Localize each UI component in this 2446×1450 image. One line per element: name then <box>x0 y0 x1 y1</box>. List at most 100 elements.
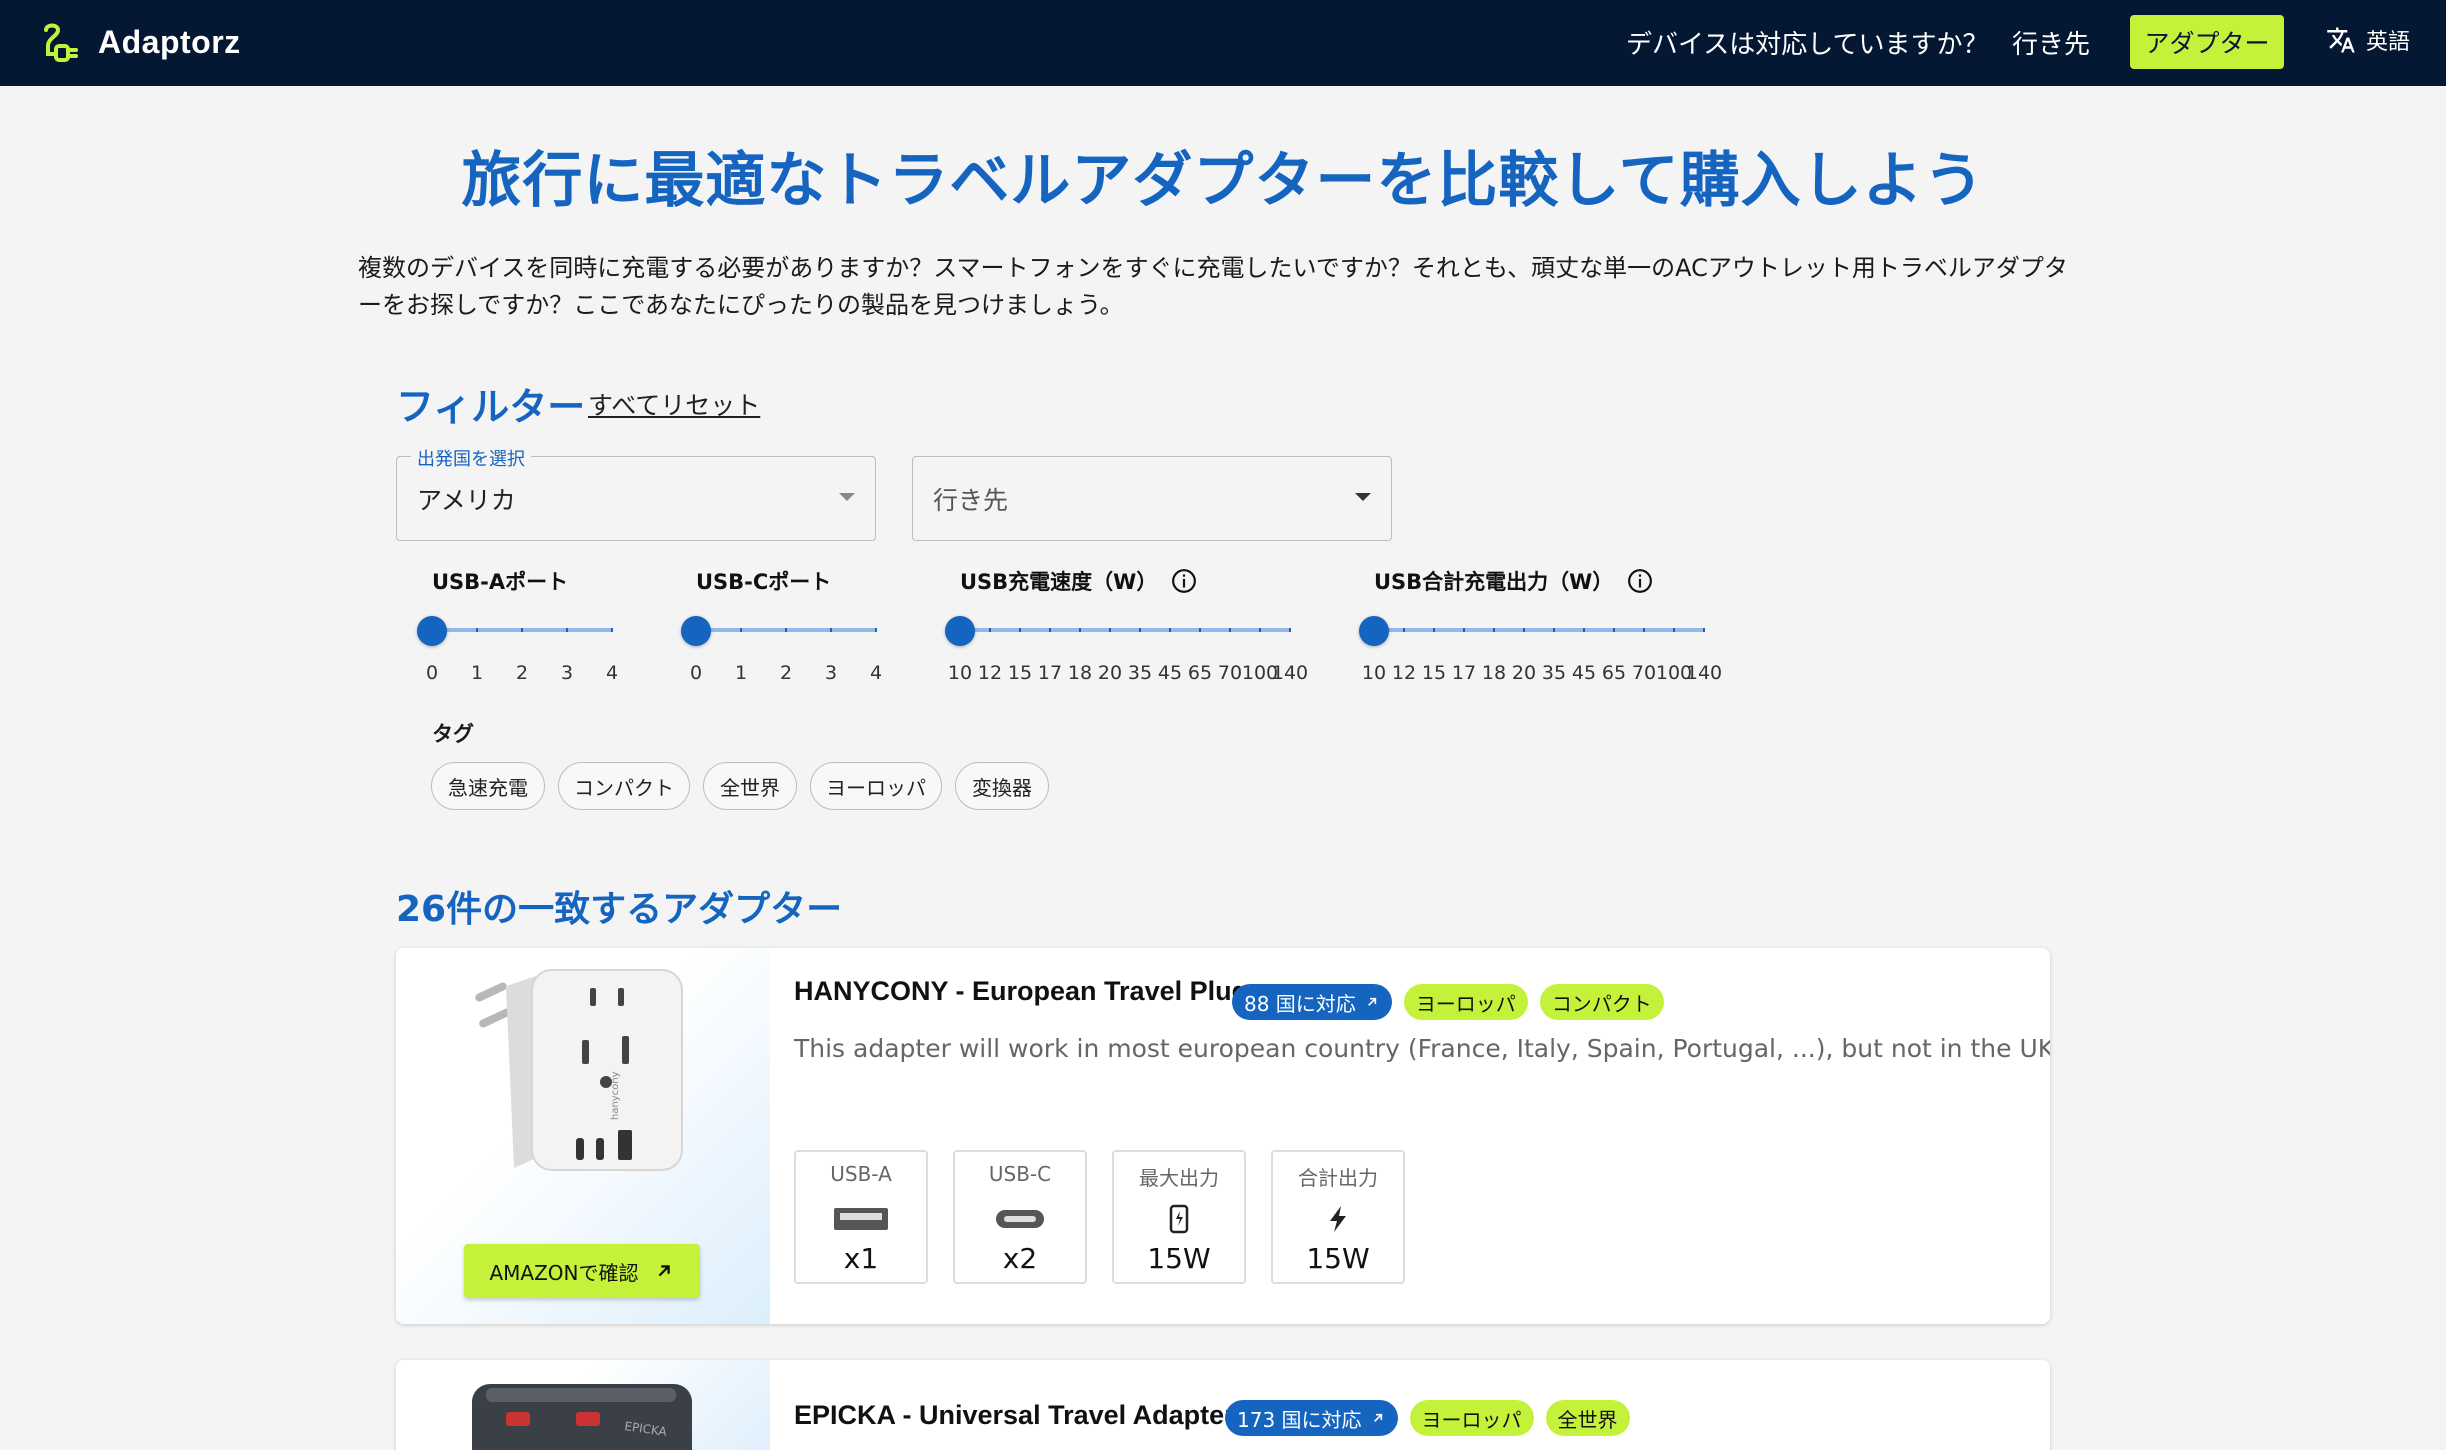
amazon-check-button[interactable]: AMAZONで確認 <box>464 1244 700 1298</box>
slider-step-mark <box>1289 628 1291 632</box>
destination-select[interactable]: 行き先 <box>912 456 1392 541</box>
usb-c-icon <box>996 1210 1044 1228</box>
slider-tick-label: 2 <box>779 662 793 684</box>
slider-tick-label: 45 <box>1571 662 1597 684</box>
language-switcher[interactable]: 英語 <box>2326 24 2410 56</box>
usb-total-label-text: USB合計充電出力（W） <box>1374 570 1614 594</box>
tag-badge: 全世界 <box>1545 1400 1630 1436</box>
external-link-icon <box>1367 997 1376 1006</box>
slider-tick-label: 10 <box>1361 662 1387 684</box>
countries-supported-badge[interactable]: 173 国に対応 <box>1225 1400 1398 1436</box>
spec-label: 最大出力 <box>1139 1166 1219 1190</box>
slider-tick-label: 4 <box>605 662 619 684</box>
reset-all-link[interactable]: すべてリセット <box>588 386 760 422</box>
usb-speed-tick-labels: 10 12 15 17 18 20 35 45 65 70 100 140 <box>948 662 1308 686</box>
slider-step-mark <box>1109 628 1111 632</box>
slider-step-mark <box>521 628 523 632</box>
slider-tick-label: 65 <box>1187 662 1213 684</box>
slider-step-mark <box>785 628 787 632</box>
usb-a-slider-track[interactable] <box>431 628 613 632</box>
usb-total-filter: USB合計充電出力（W） 10 12 15 17 18 20 35 45 65 70 100 140 <box>1359 566 1722 684</box>
page-title: 旅行に最適なトラベルアダプターを比較して購入しよう <box>461 146 1985 216</box>
product-image: hanycony <box>475 969 683 1171</box>
tags-label: タグ <box>432 722 474 746</box>
tag-chip-europe[interactable]: ヨーロッパ <box>810 762 942 810</box>
spec-value: 15W <box>1147 1242 1211 1275</box>
chevron-down-icon <box>1355 493 1371 501</box>
usb-c-label: USB-Cポート <box>696 570 832 594</box>
nav-devices-link[interactable]: デバイスは対応していますか？ <box>1626 24 1988 61</box>
slider-tick-label: 17 <box>1451 662 1477 684</box>
tag-chip-worldwide[interactable]: 全世界 <box>703 762 797 810</box>
nav-destination-link[interactable]: 行き先 <box>2012 24 2090 61</box>
product-name[interactable]: EPICKA - Universal Travel Adapter <box>794 1400 1235 1431</box>
brand-name: Adaptorz <box>98 23 241 60</box>
spec-value: 15W <box>1306 1242 1370 1275</box>
product-card: hanycony AMAZONで確認 HANYCONY - European T… <box>396 948 2050 1324</box>
slider-step-mark <box>1139 628 1141 632</box>
product-description: This adapter will work in most european … <box>794 1034 2050 1063</box>
slider-tick-label: 1 <box>470 662 484 684</box>
usb-speed-slider-track[interactable] <box>959 628 1291 632</box>
slider-tick-label: 35 <box>1127 662 1153 684</box>
product-image: EPICKA <box>472 1384 692 1450</box>
product-badges: 88 国に対応 ヨーロッパ コンパクト <box>1232 984 1664 1020</box>
slider-tick-label: 0 <box>425 662 439 684</box>
usb-speed-slider-thumb[interactable] <box>945 616 975 646</box>
language-label: 英語 <box>2366 30 2411 55</box>
spec-max-output: 最大出力 15W <box>1112 1150 1246 1284</box>
slider-tick-label: 3 <box>824 662 838 684</box>
arrow-up-right-icon <box>658 1265 670 1277</box>
slider-tick-label: 10 <box>947 662 973 684</box>
slider-tick-label: 3 <box>560 662 574 684</box>
slider-tick-label: 20 <box>1097 662 1123 684</box>
bolt-icon <box>1330 1206 1346 1232</box>
info-icon[interactable] <box>1627 568 1653 594</box>
slider-tick-label: 2 <box>515 662 529 684</box>
slider-step-mark <box>1463 628 1465 632</box>
origin-country-select[interactable]: 出発国を選択 アメリカ <box>396 445 876 541</box>
countries-supported-badge[interactable]: 88 国に対応 <box>1232 984 1392 1020</box>
brand-logo[interactable]: Adaptorz <box>40 20 241 64</box>
intro-text: 複数のデバイスを同時に充電する必要がありますか？スマートフォンをすぐに充電したい… <box>358 254 2068 319</box>
usb-a-label: USB-Aポート <box>432 570 569 594</box>
slider-step-mark <box>1079 628 1081 632</box>
filter-heading: フィルター <box>396 385 586 429</box>
slider-step-mark <box>1019 628 1021 632</box>
slider-step-mark <box>566 628 568 632</box>
usb-a-slider-thumb[interactable] <box>417 616 447 646</box>
countries-badge-text: 173 国に対応 <box>1237 1407 1362 1432</box>
translate-icon <box>2327 27 2355 53</box>
slider-tick-label: 12 <box>1391 662 1417 684</box>
slider-step-mark <box>611 628 613 632</box>
tag-chip-converter[interactable]: 変換器 <box>955 762 1049 810</box>
slider-step-mark <box>875 628 877 632</box>
nav-adapter-button[interactable]: アダプター <box>2130 15 2284 69</box>
chevron-down-icon <box>839 493 855 501</box>
slider-step-mark <box>1703 628 1705 632</box>
slider-tick-label: 140 <box>1271 662 1309 684</box>
countries-badge-text: 88 国に対応 <box>1244 991 1356 1016</box>
tag-chip-compact[interactable]: コンパクト <box>558 762 690 810</box>
usb-total-slider-thumb[interactable] <box>1359 616 1389 646</box>
usb-a-tick-labels: 0 1 2 3 4 <box>426 662 618 686</box>
slider-step-mark <box>1643 628 1645 632</box>
slider-step-mark <box>1199 628 1201 632</box>
slider-step-mark <box>1403 628 1405 632</box>
slider-tick-label: 20 <box>1511 662 1537 684</box>
slider-step-mark <box>1613 628 1615 632</box>
slider-step-mark <box>1433 628 1435 632</box>
usb-total-slider-track[interactable] <box>1373 628 1705 632</box>
slider-tick-label: 15 <box>1007 662 1033 684</box>
usb-c-slider-thumb[interactable] <box>681 616 711 646</box>
usb-c-slider-track[interactable] <box>695 628 877 632</box>
slider-tick-label: 140 <box>1685 662 1723 684</box>
slider-step-mark <box>1229 628 1231 632</box>
product-name[interactable]: HANYCONY - European Travel Plug <box>794 976 1248 1007</box>
slider-step-mark <box>1583 628 1585 632</box>
slider-tick-label: 12 <box>977 662 1003 684</box>
tag-chip-fast-charging[interactable]: 急速充電 <box>431 762 545 810</box>
usb-speed-label: USB充電速度（W） <box>960 566 1197 596</box>
product-image-area: hanycony AMAZONで確認 <box>396 948 770 1324</box>
info-icon[interactable] <box>1171 568 1197 594</box>
